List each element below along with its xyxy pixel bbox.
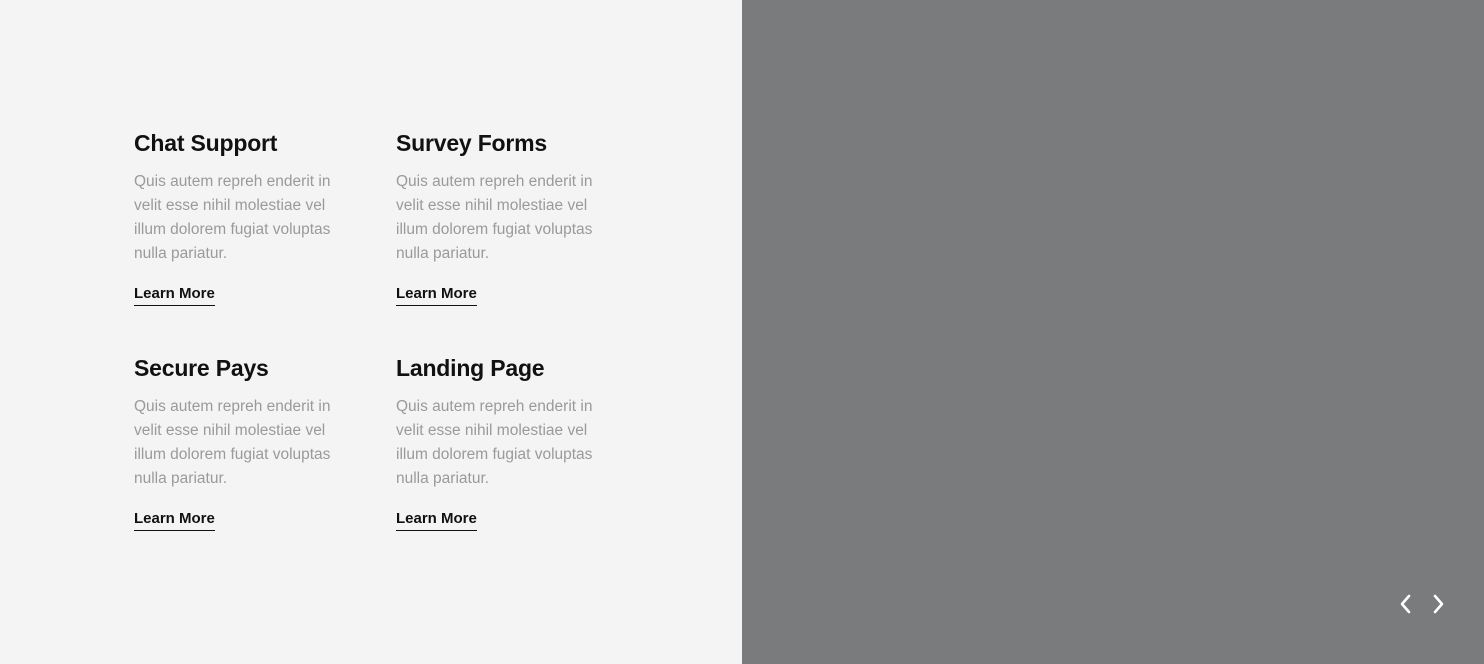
features-panel: Chat Support Quis autem repreh enderit i… [0,0,742,664]
feature-description: Quis autem repreh enderit in velit esse … [134,398,331,487]
feature-title: Landing Page [396,355,545,381]
chevron-left-icon [1400,594,1411,614]
feature-title: Secure Pays [134,355,269,381]
image-slider-panel [742,0,1484,664]
slider-prev-button[interactable] [1396,592,1414,616]
feature-card-chat-support: Chat Support Quis autem repreh enderit i… [134,128,364,306]
learn-more-link[interactable]: Learn More [134,285,215,306]
feature-description: Quis autem repreh enderit in velit esse … [396,173,593,262]
feature-title: Chat Support [134,130,278,156]
feature-card-secure-pays: Secure Pays Quis autem repreh enderit in… [134,353,364,531]
feature-title: Survey Forms [396,130,547,156]
feature-description: Quis autem repreh enderit in velit esse … [396,398,593,487]
features-section: Chat Support Quis autem repreh enderit i… [0,0,1484,664]
learn-more-link[interactable]: Learn More [396,285,477,306]
chevron-right-icon [1433,594,1444,614]
learn-more-link[interactable]: Learn More [396,510,477,531]
slider-navigation [1396,592,1448,616]
feature-card-survey-forms: Survey Forms Quis autem repreh enderit i… [396,128,626,306]
feature-card-landing-page: Landing Page Quis autem repreh enderit i… [396,353,626,531]
feature-description: Quis autem repreh enderit in velit esse … [134,173,331,262]
learn-more-link[interactable]: Learn More [134,510,215,531]
slider-next-button[interactable] [1430,592,1448,616]
